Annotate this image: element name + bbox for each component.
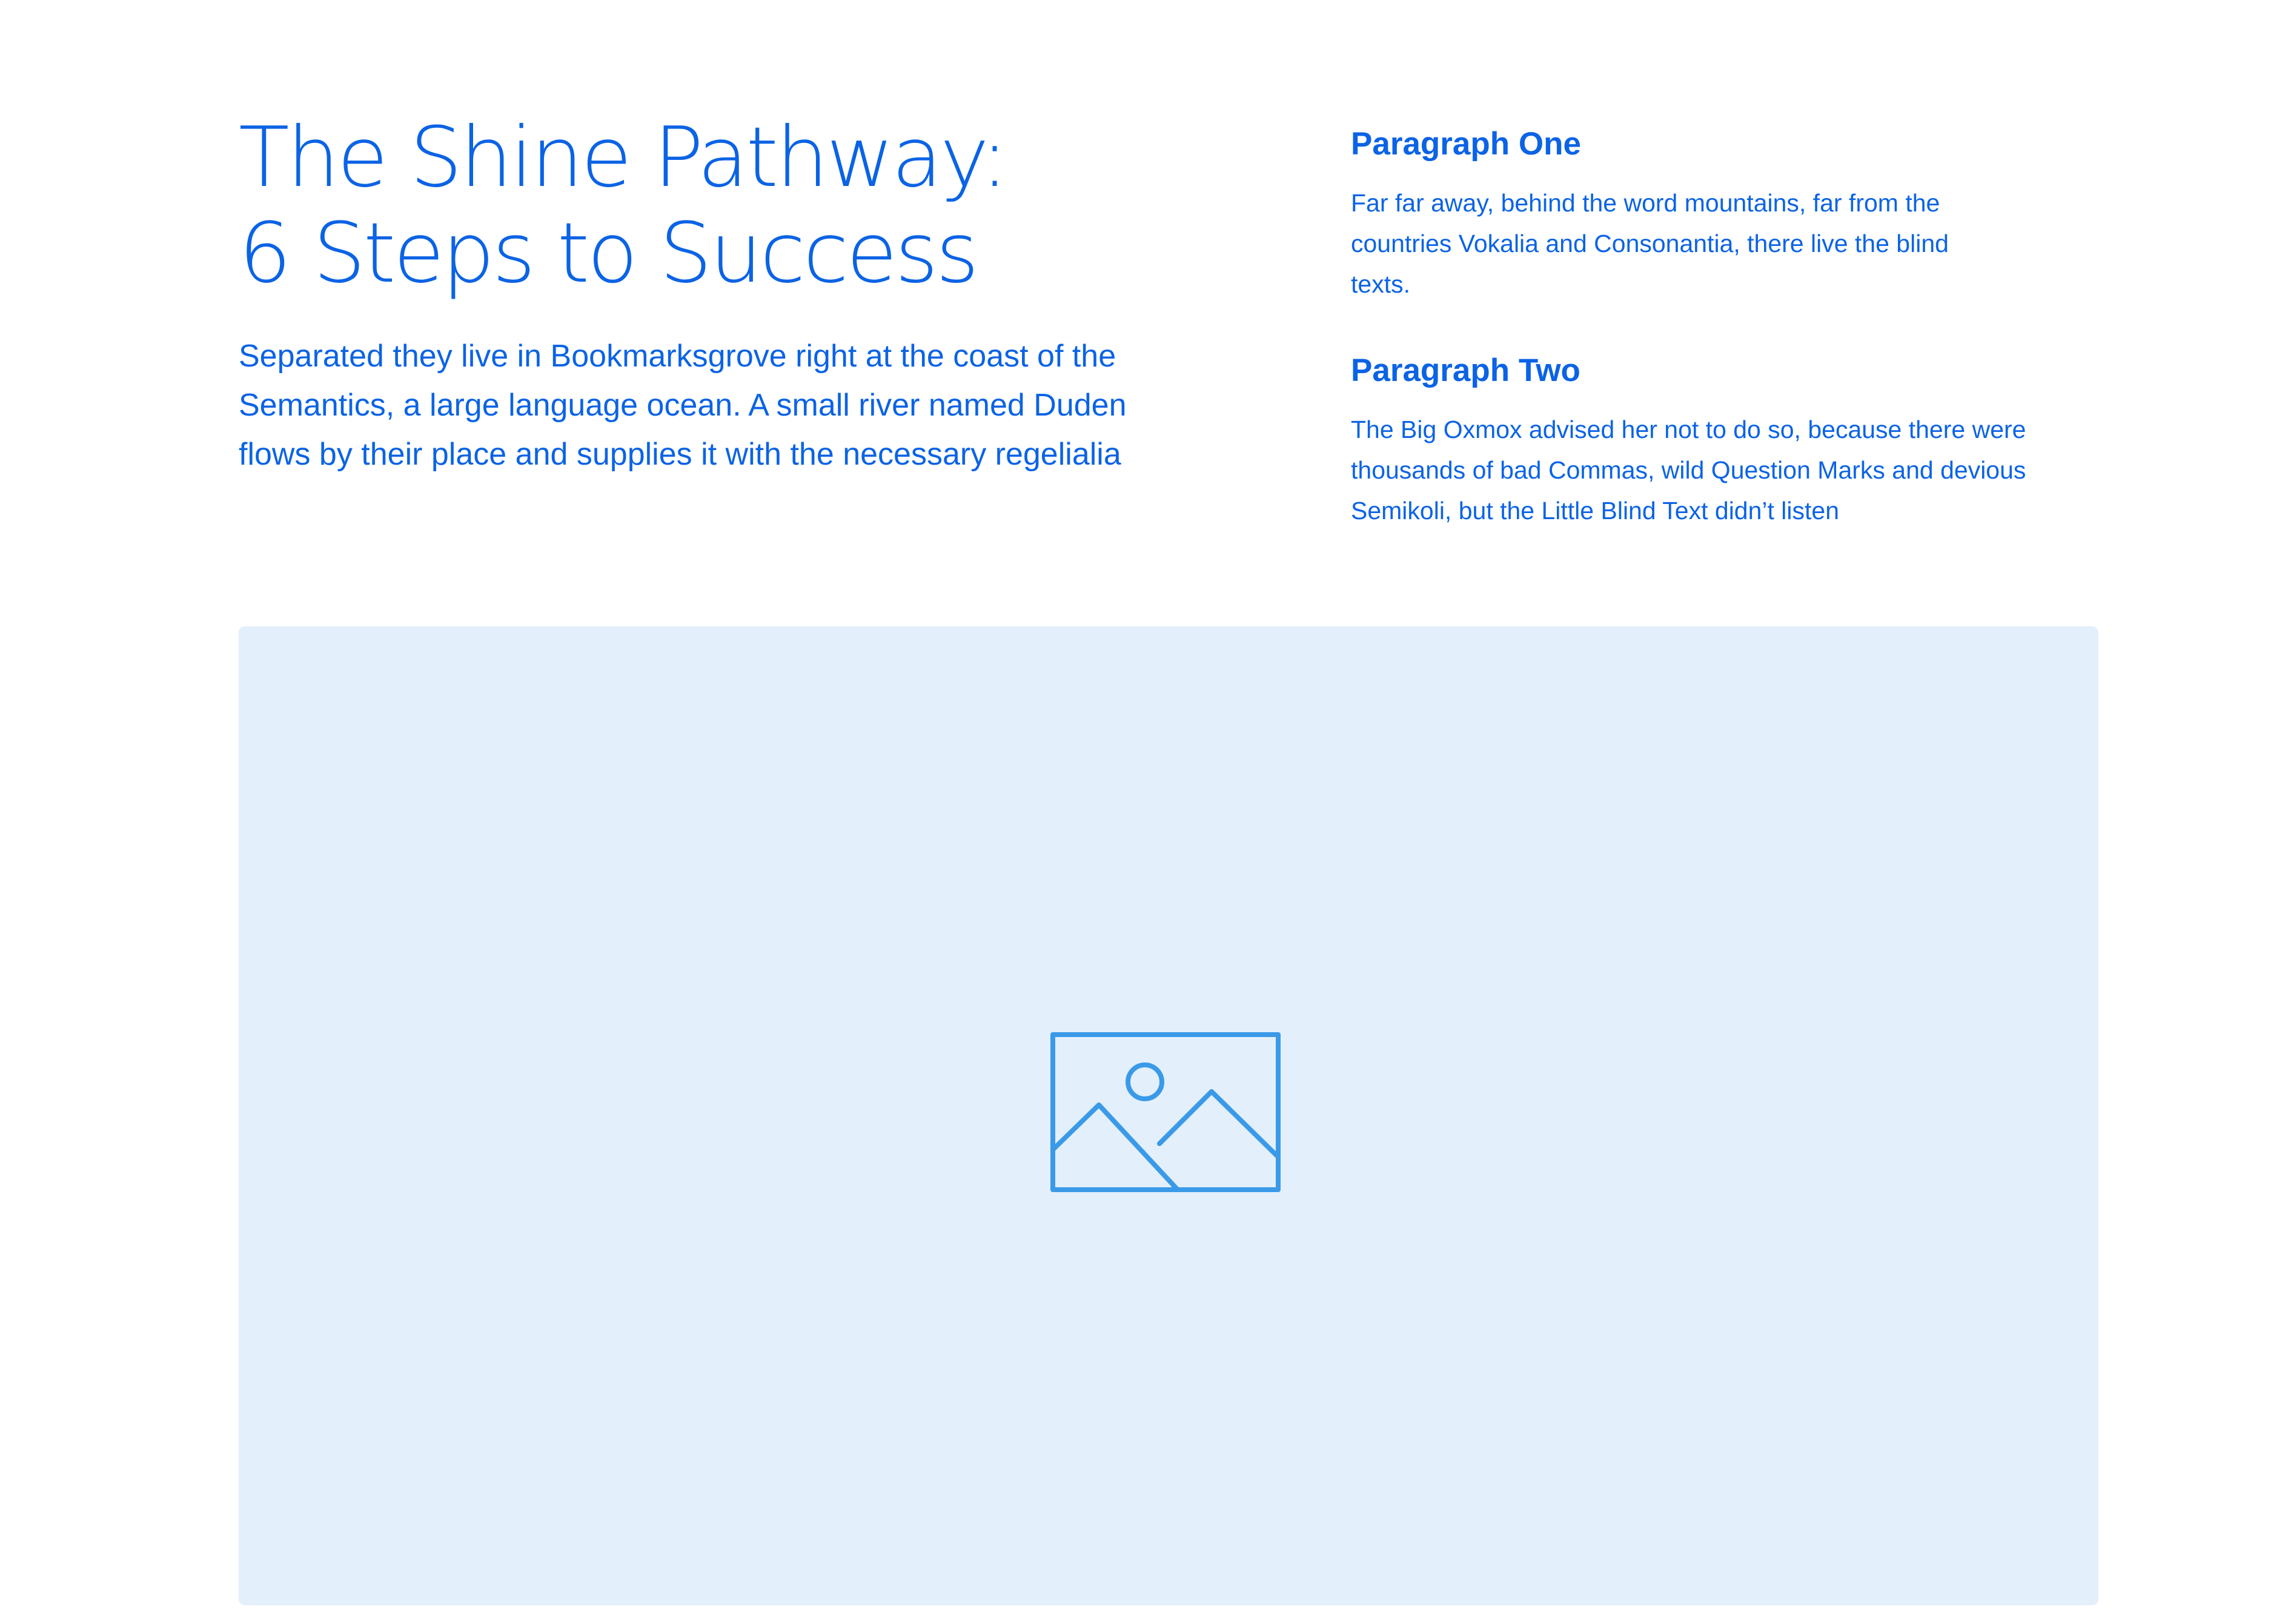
paragraph-two-section: Paragraph Two The Big Oxmox advised her … (1351, 348, 2108, 531)
image-placeholder (239, 626, 2098, 1605)
paragraph-one-body: Far far away, behind the word mountains,… (1351, 189, 1949, 298)
page-title: The Shine Pathway: 6 Steps to Success (239, 110, 1087, 302)
paragraph-two-body: The Big Oxmox advised her not to do so, … (1351, 416, 2026, 525)
page-title-line-1: The Shine Pathway: (239, 110, 1009, 206)
paragraph-one-section: Paragraph One Far far away, behind the w… (1351, 121, 2108, 305)
paragraph-one-heading: Paragraph One (1351, 126, 1581, 162)
image-placeholder-icon (1050, 1032, 1281, 1192)
page: The Shine Pathway: 6 Steps to Success Se… (0, 0, 2288, 1624)
paragraph-two-heading: Paragraph Two (1351, 353, 1580, 388)
page-title-line-2: 6 Steps to Success (239, 205, 979, 302)
lead-paragraph: Separated they live in Bookmarksgrove ri… (239, 339, 1127, 472)
